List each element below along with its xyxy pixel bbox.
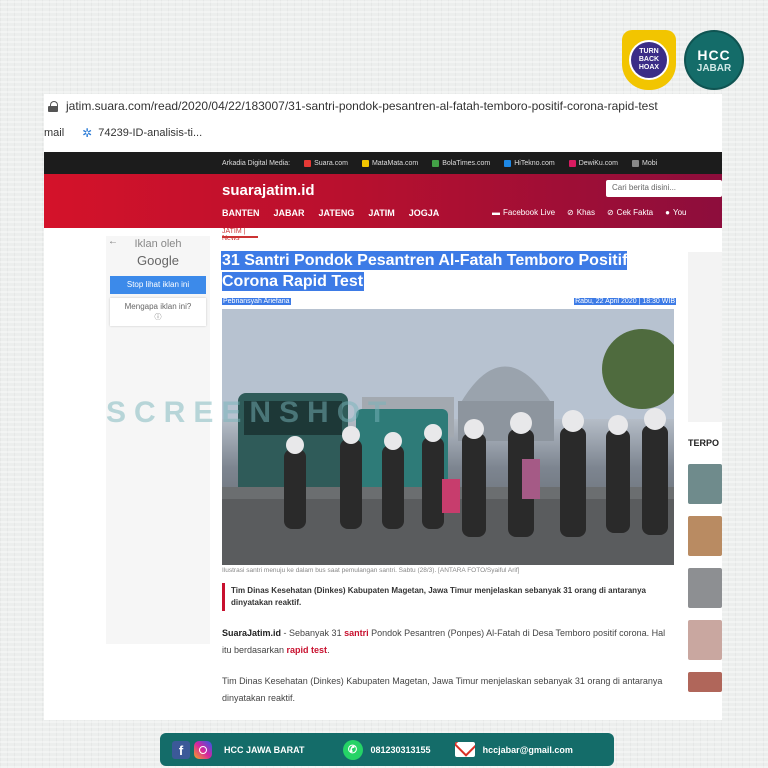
article: JATIM | News 31 Santri Pondok Pesantren … <box>222 228 676 707</box>
media-link[interactable]: BolaTimes.com <box>432 159 491 167</box>
media-link[interactable]: Suara.com <box>304 159 348 167</box>
bookmarks-bar: mail ✲ 74239-ID-analisis-ti... <box>44 118 722 148</box>
media-link[interactable]: MataMata.com <box>361 159 419 167</box>
url-text[interactable]: jatim.suara.com/read/2020/04/22/183007/3… <box>66 99 658 113</box>
facebook-icon[interactable]: f <box>172 740 190 759</box>
contact-footer: f HCC JAWA BARAT ✆ 081230313155 hccjabar… <box>160 733 614 766</box>
paragraph-text: . <box>327 645 330 655</box>
publish-date: Rabu, 22 April 2020 | 18:30 WIB <box>574 298 676 305</box>
feature-nav: ▬ Facebook Live ⊘ Khas ⊘ Cek Fakta ● You <box>492 208 686 217</box>
popular-thumbnail[interactable] <box>688 464 722 504</box>
hcc-logo-top: HCC <box>697 46 731 63</box>
article-paragraph: Tim Dinas Kesehatan (Dinkes) Kabupaten M… <box>222 676 663 703</box>
source-label: SuaraJatim.id <box>222 628 282 638</box>
media-label: Mobi <box>642 159 658 167</box>
site-header: suarajatim.id Cari berita disini... BANT… <box>44 174 722 228</box>
footer-name: HCC JAWA BARAT <box>224 744 305 755</box>
hcc-logo-bottom: JABAR <box>696 62 732 74</box>
mail-icon[interactable] <box>454 742 475 757</box>
popular-thumbnail[interactable] <box>688 568 722 608</box>
region-nav: BANTEN JABAR JATENG JATIM JOGJA <box>222 208 439 218</box>
google-ad-panel: ← Iklan oleh Google Stop lihat iklan ini… <box>106 236 210 644</box>
media-link[interactable]: Mobi <box>632 159 658 167</box>
media-logo-icon <box>361 159 369 167</box>
lock-icon <box>48 100 58 112</box>
why-ad-label: Mengapa iklan ini? <box>124 302 192 311</box>
address-bar[interactable]: jatim.suara.com/read/2020/04/22/183007/3… <box>44 94 722 118</box>
photo-illustration <box>222 309 674 565</box>
popular-thumbnails <box>688 464 722 704</box>
popular-thumbnail[interactable] <box>688 672 722 692</box>
article-photo <box>222 309 674 565</box>
stop-ad-button[interactable]: Stop lihat iklan ini <box>110 276 206 294</box>
nav-label: Facebook Live <box>503 208 556 217</box>
media-label: MataMata.com <box>371 159 419 167</box>
media-link[interactable]: DewiKu.com <box>568 159 618 167</box>
nav-item-jabar[interactable]: JABAR <box>274 208 305 218</box>
bookmark-mail[interactable]: mail <box>44 127 64 139</box>
nav-label: Cek Fakta <box>616 208 654 217</box>
article-lead: Tim Dinas Kesehatan (Dinkes) Kabupaten M… <box>222 583 674 611</box>
nav-khas[interactable]: ⊘ Khas <box>567 208 595 217</box>
popular-thumbnail[interactable] <box>688 620 722 660</box>
nav-youtube[interactable]: ● You <box>665 208 686 217</box>
media-logo-icon <box>568 159 576 167</box>
site-logo[interactable]: suarajatim.id <box>222 182 315 199</box>
popular-thumbnail[interactable] <box>688 516 722 556</box>
footer-phone: 081230313155 <box>370 744 431 755</box>
network-icon: ✲ <box>82 126 93 140</box>
search-input[interactable]: Cari berita disini... <box>606 180 722 197</box>
bookmark-analisis[interactable]: ✲ 74239-ID-analisis-ti... <box>82 126 202 140</box>
author[interactable]: Pebriansyah Ariefana <box>222 298 291 305</box>
nav-item-jateng[interactable]: JATENG <box>319 208 355 218</box>
popular-heading: TERPO <box>688 438 720 448</box>
network-topline: Arkadia Digital Media: Suara.com MataMat… <box>44 152 722 174</box>
paragraph-text: - Sebanyak 31 <box>281 628 345 638</box>
photo-caption: Ilustrasi santri menuju ke dalam bus saa… <box>222 567 520 574</box>
topline-label: Arkadia Digital Media: <box>222 159 291 167</box>
article-title-text: 31 Santri Pondok Pesantren Al-Fatah Temb… <box>222 252 628 290</box>
media-logo-icon <box>432 159 440 167</box>
media-label: DewiKu.com <box>578 159 618 167</box>
nav-item-jogja[interactable]: JOGJA <box>409 208 440 218</box>
media-logo-icon <box>304 159 312 167</box>
video-icon: ▬ <box>492 208 500 217</box>
media-label: BolaTimes.com <box>442 159 491 167</box>
google-label: Google <box>137 253 179 268</box>
instagram-icon[interactable] <box>194 740 212 759</box>
rapid-test-link[interactable]: rapid test <box>287 645 328 655</box>
nav-cek-fakta[interactable]: ⊘ Cek Fakta <box>607 208 653 217</box>
media-logo-icon <box>632 159 639 167</box>
chat-icon: ● <box>665 208 670 217</box>
screenshot-watermark: SCREENSHOT <box>106 396 395 429</box>
media-link[interactable]: HiTekno.com <box>504 159 555 167</box>
santri-link[interactable]: santri <box>344 628 369 638</box>
nav-label: You <box>672 208 687 217</box>
breadcrumb[interactable]: JATIM | News <box>222 228 258 242</box>
whatsapp-icon[interactable]: ✆ <box>342 739 363 760</box>
nav-label: Khas <box>576 208 595 217</box>
article-paragraph: SuaraJatim.id - Sebanyak 31 santri Pondo… <box>222 625 674 659</box>
bookmark-analisis-label: 74239-ID-analisis-ti... <box>98 127 203 139</box>
nav-facebook-live[interactable]: ▬ Facebook Live <box>492 208 555 217</box>
hcc-jabar-logo: HCC JABAR <box>686 32 742 88</box>
nav-item-jatim[interactable]: JATIM <box>368 208 394 218</box>
info-icon: ⓘ <box>154 314 162 321</box>
why-ad-button[interactable]: Mengapa iklan ini? ⓘ <box>110 298 206 326</box>
footer-email: hccjabar@gmail.com <box>482 744 573 755</box>
ad-slot-right <box>688 252 722 422</box>
nav-item-banten[interactable]: BANTEN <box>222 208 260 218</box>
article-meta: Pebriansyah Ariefana Rabu, 22 April 2020… <box>222 298 676 305</box>
ad-by-label: Iklan oleh <box>134 238 182 250</box>
article-title: 31 Santri Pondok Pesantren Al-Fatah Temb… <box>222 250 676 292</box>
check-circle-icon: ⊘ <box>606 208 614 217</box>
check-circle-icon: ⊘ <box>567 208 574 217</box>
media-logo-icon <box>504 159 512 167</box>
turnbackhoax-logo: TURN BACK HOAX <box>622 30 676 90</box>
media-label: Suara.com <box>314 159 348 167</box>
turnbackhoax-text: TURN BACK HOAX <box>629 40 669 80</box>
media-label: HiTekno.com <box>514 159 555 167</box>
